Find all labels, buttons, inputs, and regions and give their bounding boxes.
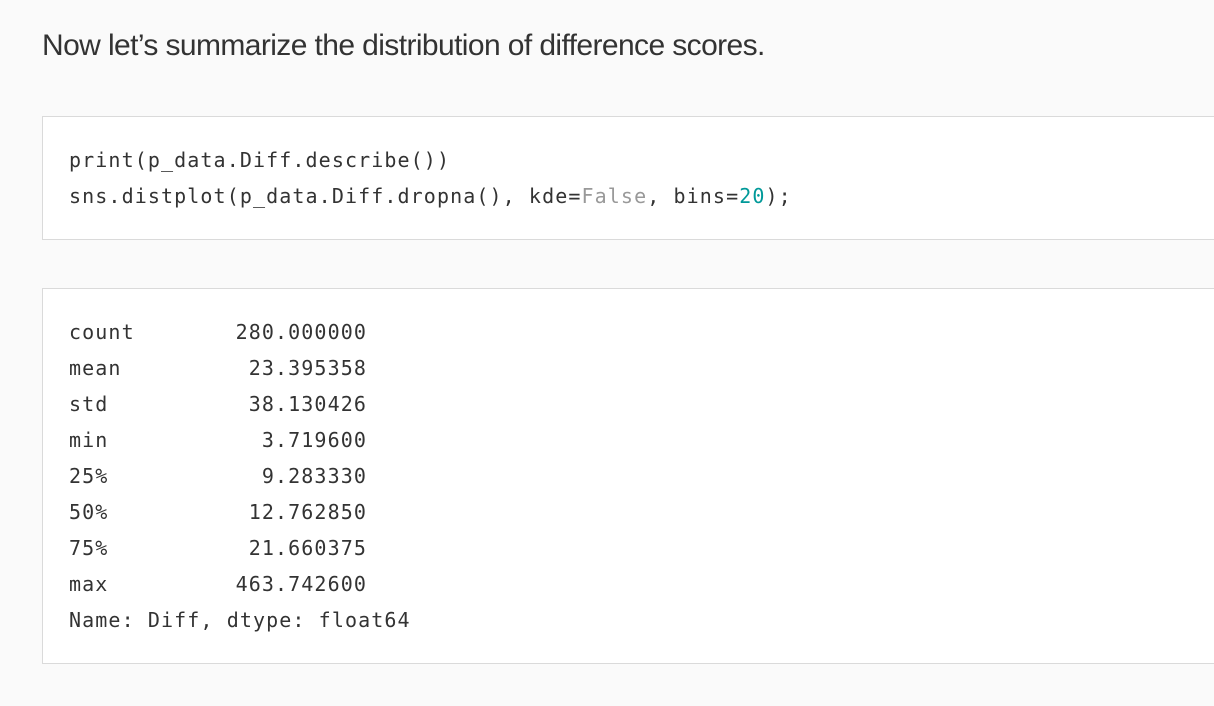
stats-row-75pct: 75% 21.660375 — [69, 530, 669, 566]
stat-value: 23.395358 — [248, 356, 367, 380]
stats-row-50pct: 50% 12.762850 — [69, 494, 669, 530]
stats-row-25pct: 25% 9.283330 — [69, 458, 669, 494]
stats-row-max: max 463.742600 — [69, 566, 669, 602]
series-dtype-line: Name: Diff, dtype: float64 — [69, 608, 411, 632]
stat-label: mean — [69, 356, 122, 380]
stat-value: 280.000000 — [235, 320, 367, 344]
stat-label: min — [69, 428, 109, 452]
code-line-print: print(p_data.Diff.describe()) — [69, 148, 451, 172]
output-cell: count 280.000000 mean 23.395358 std 38.1… — [42, 288, 1214, 664]
stat-value: 463.742600 — [235, 572, 367, 596]
stats-row-min: min 3.719600 — [69, 422, 669, 458]
stat-label: max — [69, 572, 109, 596]
stats-row-mean: mean 23.395358 — [69, 350, 669, 386]
code-bins-arg: , bins= — [647, 184, 740, 208]
section-heading: Now let’s summarize the distribution of … — [42, 29, 765, 62]
code-cell[interactable]: print(p_data.Diff.describe()) sns.distpl… — [42, 116, 1214, 240]
stat-value: 38.130426 — [248, 392, 367, 416]
code-distplot-call: sns.distplot(p_data.Diff.dropna(), kde= — [69, 184, 582, 208]
stat-label: 75% — [69, 536, 109, 560]
code-kde-value: False — [581, 184, 648, 208]
stat-value: 12.762850 — [248, 500, 367, 524]
code-line-distplot: sns.distplot(p_data.Diff.dropna(), kde=F… — [69, 178, 792, 214]
code-bins-value: 20 — [739, 184, 766, 208]
stat-value: 9.283330 — [261, 464, 367, 488]
stat-value: 21.660375 — [248, 536, 367, 560]
stat-label: 50% — [69, 500, 109, 524]
stats-row-std: std 38.130426 — [69, 386, 669, 422]
stat-label: std — [69, 392, 109, 416]
stat-value: 3.719600 — [261, 428, 367, 452]
stat-label: count — [69, 320, 135, 344]
stat-label: 25% — [69, 464, 109, 488]
stats-row-count: count 280.000000 — [69, 314, 669, 350]
code-line-end: ); — [765, 184, 792, 208]
